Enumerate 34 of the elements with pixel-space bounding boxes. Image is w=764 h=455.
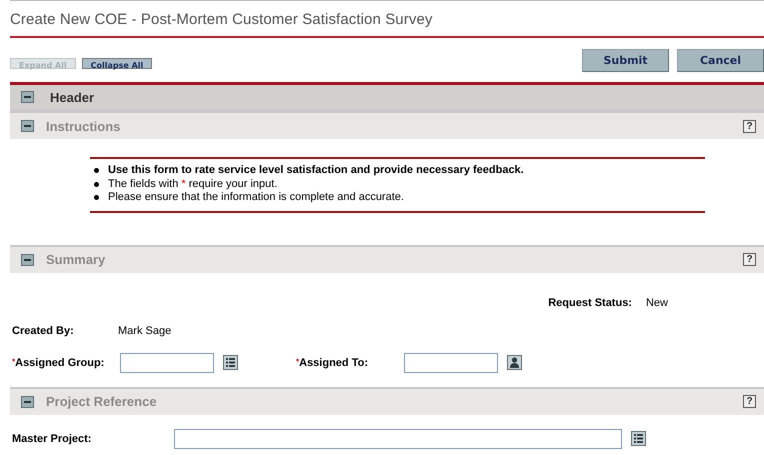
section-title: Header	[49, 90, 96, 104]
bullet-icon	[94, 168, 99, 173]
section-title: Project Reference	[46, 394, 158, 409]
field-label: *Assigned Group:	[12, 356, 106, 368]
input-field[interactable]	[120, 352, 214, 372]
status-value: New	[646, 296, 668, 308]
list-icon[interactable]	[223, 355, 238, 370]
bullet-icon	[94, 195, 99, 200]
instruction-text: Use this form to rate service level satisfaction and provide necessary feedback.	[108, 164, 524, 178]
field-label: Master Project:	[12, 432, 92, 444]
input-field[interactable]	[174, 428, 622, 448]
input-field[interactable]	[404, 352, 498, 372]
help-icon[interactable]: ?	[743, 120, 756, 132]
field-label: Request Status:	[548, 296, 632, 308]
field-value: Mark Sage	[118, 324, 172, 336]
section-title: Instructions	[46, 118, 122, 134]
bullet-icon	[94, 182, 99, 186]
collapse-icon[interactable]	[21, 120, 34, 132]
action-button[interactable]: Submit	[582, 49, 669, 72]
toolbar-button[interactable]: Collapse All	[82, 58, 152, 69]
list-icon[interactable]	[631, 431, 646, 446]
instruction-text: Please ensure that the information is complete and accurate.	[108, 191, 404, 204]
collapse-icon[interactable]	[21, 91, 34, 103]
field-label: Created By:	[12, 324, 75, 336]
user-icon[interactable]	[507, 355, 522, 370]
section-title: Summary	[46, 252, 106, 267]
collapse-icon[interactable]	[21, 254, 34, 266]
page-title: Create New COE - Post-Mortem Customer Satisfaction Survey	[10, 11, 764, 38]
help-icon[interactable]: ?	[743, 395, 756, 408]
action-button[interactable]: Cancel	[677, 49, 764, 72]
instruction-text: The fields with * require your input.	[108, 178, 278, 191]
field-label: *Assigned To:	[296, 356, 369, 368]
collapse-icon[interactable]	[21, 396, 34, 408]
help-icon[interactable]: ?	[743, 253, 756, 266]
